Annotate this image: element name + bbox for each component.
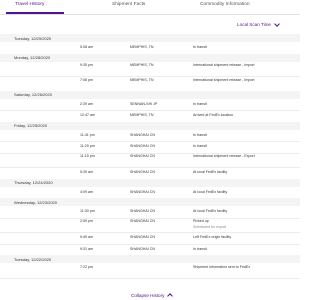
event-time: 7:08 pm (80, 77, 93, 82)
event-location: SHANGHAI CN (130, 170, 155, 174)
day-date: Wednesday, 12/23/2020 (14, 199, 57, 205)
chevron-up-icon (167, 293, 174, 299)
day-date: Friday, 12/25/2020 (14, 123, 48, 128)
event-status: Left FedEx origin facility (193, 235, 232, 239)
event-status: Arrived at FedEx location (193, 113, 234, 117)
event-status: Picked up (193, 219, 209, 223)
tab-shipment-facts[interactable]: Shipment Facts (112, 2, 145, 7)
day-header: Friday, 12/25/2020 (0, 121, 300, 130)
day-date: Monday, 12/28/2020 (14, 55, 51, 60)
event-location: SHANGHAI CN (130, 209, 155, 213)
event-status: At local FedEx facility (193, 170, 228, 174)
event-time: 11:00 pm (80, 209, 95, 213)
event-time: 11:15 pm (80, 154, 95, 158)
collapse-history-button[interactable]: Collapse History (131, 292, 174, 299)
history-row: 9:35 pm MEMPHIS, TN International shipment… (0, 62, 300, 77)
day-header: Tuesday, 12/29/2020 (0, 34, 300, 42)
event-status: At local FedEx facility (193, 209, 228, 213)
event-time: 12:47 am (80, 113, 95, 117)
event-location: SHANGHAI CN (130, 189, 155, 194)
event-location: MEMPHIS, TN (130, 113, 154, 117)
event-location: MEMPHIS, TN (130, 63, 154, 67)
event-time: 4:09 am (80, 189, 93, 194)
event-status: Shipment information sent to FedEx (193, 264, 251, 269)
day-date: Thursday, 12/24/2020 (14, 180, 53, 185)
event-status: International shipment release - Import (193, 63, 255, 67)
event-time: 5:08 am (80, 45, 93, 49)
event-time: 9:31 am (80, 246, 93, 251)
event-status: At local FedEx facility (193, 189, 228, 194)
day-date: Tuesday, 12/22/2020 (14, 256, 52, 262)
event-status: International shipment release - Export (193, 154, 255, 158)
event-time: 9:49 am (80, 235, 93, 239)
event-time: 9:35 pm (80, 63, 93, 67)
day-header: Wednesday, 12/23/2020 (0, 198, 300, 206)
history-row: 2:59 pm SHANGHAI CN Picked up Scheduled for… (0, 218, 300, 233)
event-location: MEMPHIS, TN (130, 77, 154, 82)
event-status: In transit (193, 246, 207, 251)
event-location: SHANGHAI CN (130, 154, 155, 158)
day-date: Tuesday, 12/29/2020 (14, 35, 52, 41)
tab-travel-history[interactable]: Travel History (15, 2, 44, 7)
day-header: Tuesday, 12/22/2020 (0, 255, 300, 263)
event-status: In transit (193, 101, 207, 106)
active-tab-indicator (6, 12, 64, 14)
event-time: 7:22 pm (80, 264, 93, 269)
history-row: 7:08 pm MEMPHIS, TN International shipment… (0, 76, 300, 92)
event-time: 11:41 pm (80, 132, 95, 137)
chevron-down-icon (274, 20, 280, 27)
event-status: In transit (193, 132, 207, 137)
event-location: MEMPHIS, TN (130, 45, 154, 49)
event-location: SHANGHAI CN (130, 219, 155, 223)
event-status: In transit (193, 144, 207, 148)
event-time: 2:39 am (80, 101, 93, 106)
local-scan-time-dropdown[interactable]: Local Scan Time (237, 20, 280, 27)
tab-commodity-information[interactable]: Commodity Information (200, 2, 250, 7)
event-status: International shipment release - Import (193, 77, 255, 82)
event-status: In transit (193, 45, 207, 49)
day-header: Monday, 12/28/2020 (0, 53, 300, 62)
event-location: SHANGHAI CN (130, 132, 155, 137)
event-location: SENNAN-SHI JP (130, 101, 158, 106)
history-row: 7:22 pm Shipment information sent to FedE… (0, 263, 300, 279)
history-row: 11:15 pm SHANGHAI CN International shipmen… (0, 153, 300, 168)
event-location: SHANGHAI CN (130, 235, 155, 239)
event-time: 11:29 pm (80, 144, 95, 148)
day-header: Saturday, 12/26/2020 (0, 90, 300, 99)
day-date: Saturday, 12/26/2020 (14, 92, 52, 97)
event-location: SHANGHAI CN (130, 144, 155, 148)
tab-bar: Travel History Shipment Facts Commodity … (0, 0, 300, 15)
local-scan-time-label: Local Scan Time (237, 22, 271, 27)
event-location: SHANGHAI CN (130, 246, 155, 251)
event-time: 5:39 am (80, 170, 93, 174)
event-time: 2:59 pm (80, 219, 93, 223)
collapse-history-label: Collapse History (131, 292, 165, 298)
event-substatus: Scheduled for export (193, 225, 227, 229)
day-header: Thursday, 12/24/2020 (0, 178, 300, 187)
